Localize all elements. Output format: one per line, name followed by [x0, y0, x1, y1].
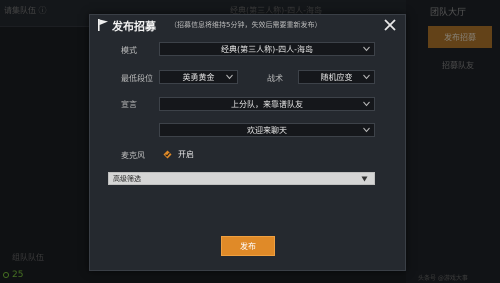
- advanced-filter-label: 高级筛选: [113, 174, 141, 183]
- tactic-select[interactable]: 随机应变: [298, 70, 375, 84]
- dialog-hint: （招募信息将维持5分钟，失效后需要重新发布）: [170, 21, 322, 29]
- publish-button[interactable]: 发布: [221, 236, 275, 256]
- dialog-header: 发布招募 （招募信息将维持5分钟，失效后需要重新发布）: [90, 15, 405, 37]
- mic-label: 麦克风: [121, 151, 145, 160]
- advanced-filter-dropdown[interactable]: 高级筛选: [108, 172, 375, 185]
- slogan-select-1[interactable]: 上分队，来靠谱队友: [159, 97, 375, 111]
- slogan-value-2: 欢迎来聊天: [247, 125, 287, 135]
- publish-recruit-dialog: 发布招募 （招募信息将维持5分钟，失效后需要重新发布） 模式 经典(第三人称)-…: [89, 14, 406, 271]
- mode-label: 模式: [121, 46, 137, 55]
- chevron-down-icon: [226, 74, 233, 80]
- mic-toggle-icon[interactable]: [163, 150, 172, 159]
- mode-value: 经典(第三人称)-四人-海岛: [220, 44, 313, 54]
- flag-icon: [98, 19, 108, 31]
- min-rank-select[interactable]: 英勇黄金: [159, 70, 238, 84]
- chevron-down-icon: [363, 74, 370, 80]
- mode-select[interactable]: 经典(第三人称)-四人-海岛: [159, 42, 375, 56]
- slogan-label: 宣言: [121, 100, 137, 109]
- triangle-down-icon: [361, 176, 368, 182]
- mic-status: 开启: [178, 150, 194, 159]
- chevron-down-icon: [363, 46, 370, 52]
- close-icon[interactable]: [382, 17, 398, 33]
- slogan-value-1: 上分队，来靠谱队友: [231, 99, 303, 109]
- chevron-down-icon: [363, 127, 370, 133]
- chevron-down-icon: [363, 101, 370, 107]
- tactic-value: 随机应变: [320, 72, 353, 82]
- slogan-select-2[interactable]: 欢迎来聊天: [159, 123, 375, 137]
- tactic-label: 战术: [267, 74, 283, 83]
- min-rank-value: 英勇黄金: [182, 72, 215, 82]
- dialog-title: 发布招募: [112, 20, 156, 33]
- min-rank-label: 最低段位: [121, 74, 153, 83]
